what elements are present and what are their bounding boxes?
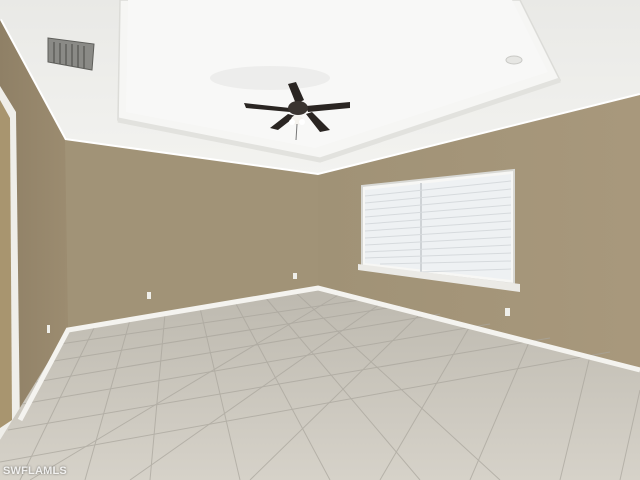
outlet [47, 325, 50, 333]
outlet [147, 292, 151, 299]
outlet [293, 273, 297, 279]
room-photo [0, 0, 640, 480]
outlet [505, 308, 510, 316]
watermark: SWFLAMLS [3, 465, 67, 477]
smoke-detector [505, 55, 523, 65]
